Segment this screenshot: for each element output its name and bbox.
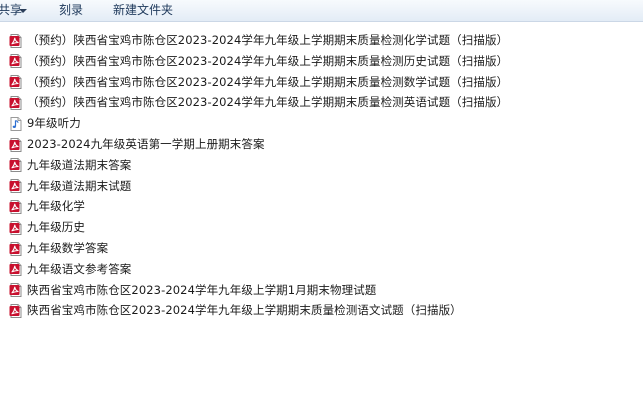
file-name: 九年级化学 xyxy=(27,199,85,214)
pdf-icon xyxy=(8,95,24,111)
pdf-icon xyxy=(8,53,24,69)
file-name: （预约）陕西省宝鸡市陈仓区2023-2024学年九年级上学期期末质量检测化学试题… xyxy=(27,33,509,47)
share-button[interactable]: 共享 xyxy=(0,2,27,19)
pdf-icon xyxy=(8,33,24,49)
pdf-icon xyxy=(8,74,24,90)
chevron-down-icon xyxy=(19,9,27,13)
file-name: 九年级数学答案 xyxy=(27,241,109,255)
pdf-icon-graphic xyxy=(9,158,22,173)
file-name: 九年级道法期末试题 xyxy=(27,178,132,193)
pdf-icon xyxy=(8,282,24,298)
file-name: （预约）陕西省宝鸡市陈仓区2023-2024学年九年级上学期期末质量检测英语试题… xyxy=(27,95,509,110)
pdf-icon-graphic xyxy=(9,33,22,48)
pdf-icon-graphic xyxy=(9,54,22,69)
file-list-item[interactable]: （预约）陕西省宝鸡市陈仓区2023-2024学年九年级上学期期末质量检测数学试题… xyxy=(8,73,508,92)
file-name: 陕西省宝鸡市陈仓区2023-2024学年九年级上学期期末质量检测语文试题（扫描版… xyxy=(27,303,462,318)
pdf-icon-graphic xyxy=(9,220,22,235)
file-name: 9年级听力 xyxy=(27,116,81,131)
file-list-item[interactable]: 九年级道法期末试题 xyxy=(8,177,131,196)
file-name: 九年级道法期末答案 xyxy=(27,157,132,172)
file-name: 陕西省宝鸡市陈仓区2023-2024学年九年级上学期1月期末物理试题 xyxy=(27,282,377,297)
file-list-item[interactable]: 九年级语文参考答案 xyxy=(8,260,131,279)
file-name: 九年级历史 xyxy=(27,220,85,235)
pdf-icon xyxy=(8,157,24,173)
pdf-icon-graphic xyxy=(9,199,22,214)
file-name: 2023-2024九年级英语第一学期上册期末答案 xyxy=(27,137,265,151)
file-list-item[interactable]: （预约）陕西省宝鸡市陈仓区2023-2024学年九年级上学期期末质量检测历史试题… xyxy=(8,52,508,71)
pdf-icon-graphic xyxy=(9,137,22,152)
pdf-icon xyxy=(8,261,24,277)
file-list-item[interactable]: 九年级历史 xyxy=(8,218,85,237)
file-list-item[interactable]: （预约）陕西省宝鸡市陈仓区2023-2024学年九年级上学期期末质量检测化学试题… xyxy=(8,31,508,50)
pdf-icon-graphic xyxy=(9,241,22,256)
pdf-icon-graphic xyxy=(9,303,22,318)
new-folder-button[interactable]: 新建文件夹 xyxy=(113,2,173,19)
file-list-item[interactable]: 九年级道法期末答案 xyxy=(8,156,131,175)
burn-button[interactable]: 刻录 xyxy=(59,2,83,19)
pdf-icon-graphic xyxy=(9,179,22,194)
file-name: （预约）陕西省宝鸡市陈仓区2023-2024学年九年级上学期期末质量检测数学试题… xyxy=(27,74,509,89)
file-list-item[interactable]: 2023-2024九年级英语第一学期上册期末答案 xyxy=(8,135,265,154)
pdf-icon-graphic xyxy=(9,262,22,277)
file-list-item[interactable]: 九年级化学 xyxy=(8,197,85,216)
file-name: 九年级语文参考答案 xyxy=(27,261,132,276)
command-toolbar: 共享 刻录 新建文件夹 xyxy=(0,0,643,22)
file-list-item[interactable]: 九年级数学答案 xyxy=(8,239,108,258)
pdf-icon-graphic xyxy=(9,283,22,298)
pdf-icon xyxy=(8,137,24,153)
pdf-icon xyxy=(8,178,24,194)
pdf-icon xyxy=(8,303,24,319)
pdf-icon xyxy=(8,241,24,257)
pdf-icon xyxy=(8,220,24,236)
pdf-icon-graphic xyxy=(9,95,22,110)
file-list-item[interactable]: （预约）陕西省宝鸡市陈仓区2023-2024学年九年级上学期期末质量检测英语试题… xyxy=(8,93,508,112)
pdf-icon xyxy=(8,199,24,215)
audio-file-icon xyxy=(8,116,24,132)
file-list-item[interactable]: 9年级听力 xyxy=(8,114,81,133)
file-list-item[interactable]: 陕西省宝鸡市陈仓区2023-2024学年九年级上学期期末质量检测语文试题（扫描版… xyxy=(8,301,462,320)
file-list-item[interactable]: 陕西省宝鸡市陈仓区2023-2024学年九年级上学期1月期末物理试题 xyxy=(8,281,376,300)
file-name: （预约）陕西省宝鸡市陈仓区2023-2024学年九年级上学期期末质量检测历史试题… xyxy=(27,53,509,68)
pdf-icon-graphic xyxy=(9,75,22,90)
audio-icon-graphic xyxy=(10,116,22,131)
